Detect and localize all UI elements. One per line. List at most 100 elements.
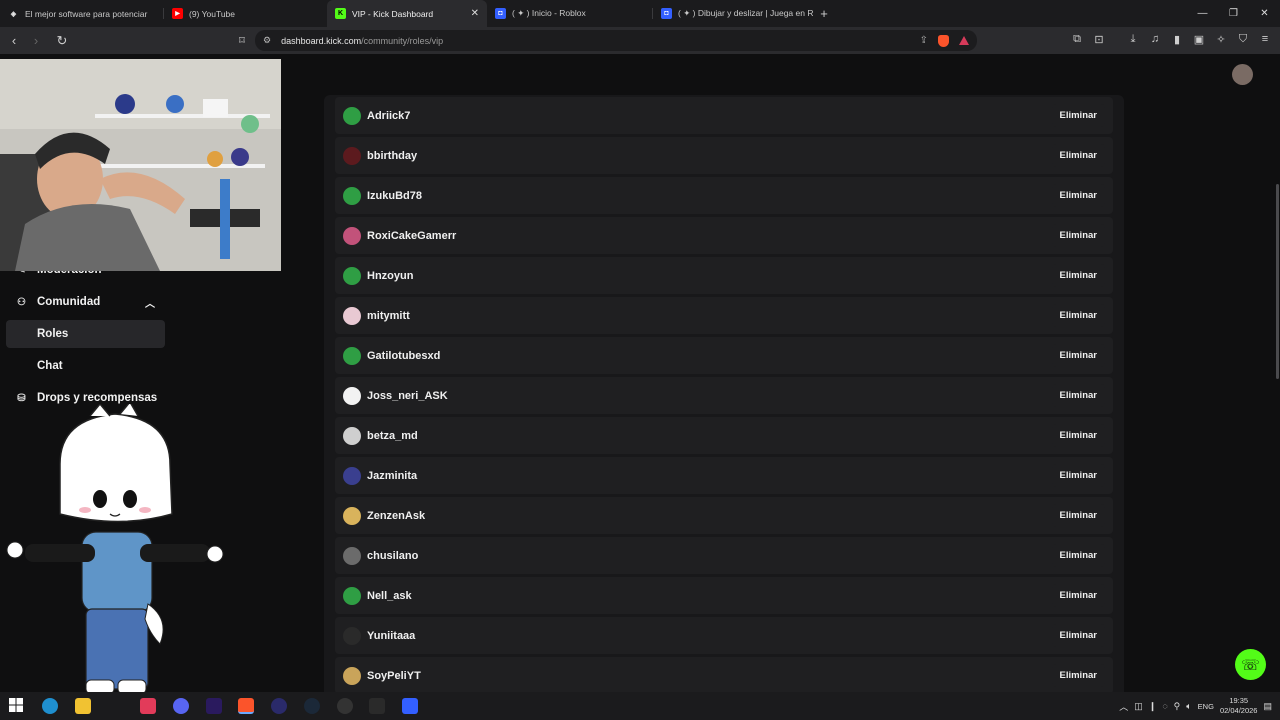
- sidebar-item-comunidad[interactable]: ⚇ Comunidad ︿: [6, 288, 165, 316]
- clock[interactable]: 19:35 02/04/2026: [1220, 696, 1258, 716]
- bookmark-icon[interactable]: ⌑: [232, 31, 252, 51]
- tab-title: ( ✦ ) Inicio - Roblox: [512, 8, 586, 18]
- browser-tab[interactable]: ◈ El mejor software para potenciar: [0, 0, 163, 27]
- vip-username[interactable]: Adriick7: [367, 110, 410, 122]
- roblox-taskbar-icon[interactable]: [402, 698, 418, 714]
- vip-user-row: Yuniitaaa Eliminar: [335, 617, 1113, 654]
- remove-vip-button[interactable]: Eliminar: [1051, 344, 1105, 367]
- support-chat-icon[interactable]: ☏: [1235, 649, 1266, 680]
- brave-shield-icon[interactable]: [938, 34, 949, 47]
- browser-tab-active[interactable]: K VIP - Kick Dashboard ✕: [327, 0, 487, 27]
- user-avatar[interactable]: [1232, 64, 1253, 85]
- brave-rewards-icon[interactable]: [959, 36, 969, 45]
- remove-vip-button[interactable]: Eliminar: [1051, 224, 1105, 247]
- app-icon[interactable]: [271, 698, 287, 714]
- network-icon[interactable]: ◌: [1162, 701, 1167, 711]
- vip-username[interactable]: Joss_neri_ASK: [367, 390, 448, 402]
- vpn-icon[interactable]: ⛉: [1236, 32, 1250, 46]
- extensions-icon[interactable]: ⧉: [1070, 32, 1084, 46]
- vip-username[interactable]: Yuniitaaa: [367, 630, 415, 642]
- premiere-icon[interactable]: [206, 698, 222, 714]
- vip-username[interactable]: betza_md: [367, 430, 418, 442]
- vip-username[interactable]: RoxiCakeGamerr: [367, 230, 456, 242]
- camera-icon[interactable]: ◫: [1134, 701, 1143, 712]
- tab-title: El mejor software para potenciar: [25, 8, 148, 19]
- vip-username[interactable]: bbirthday: [367, 150, 417, 162]
- remove-vip-button[interactable]: Eliminar: [1051, 264, 1105, 287]
- windows-start-icon[interactable]: [9, 698, 25, 714]
- vip-username[interactable]: Nell_ask: [367, 590, 412, 602]
- discord-icon[interactable]: [173, 698, 189, 714]
- chevron-up-icon[interactable]: ︿: [1119, 700, 1128, 713]
- steam-icon[interactable]: [304, 698, 320, 714]
- user-avatar-icon: [343, 667, 361, 685]
- brave-icon[interactable]: [238, 698, 254, 714]
- sidebar-item-roles[interactable]: Roles: [6, 320, 165, 348]
- forward-icon[interactable]: ›: [26, 31, 46, 51]
- restore-icon[interactable]: ❐: [1218, 0, 1249, 27]
- vip-username[interactable]: mitymitt: [367, 310, 410, 322]
- volume-icon[interactable]: 🔈︎: [1186, 701, 1191, 712]
- vip-user-row: RoxiCakeGamerr Eliminar: [335, 217, 1113, 254]
- remove-vip-button[interactable]: Eliminar: [1051, 664, 1105, 687]
- edge-icon[interactable]: [42, 698, 58, 714]
- vip-username[interactable]: ZenzenAsk: [367, 510, 425, 522]
- remove-vip-button[interactable]: Eliminar: [1051, 624, 1105, 647]
- download-icon[interactable]: ⤓: [1126, 32, 1140, 46]
- vip-user-row: betza_md Eliminar: [335, 417, 1113, 454]
- obs-icon[interactable]: [337, 698, 353, 714]
- remove-vip-button[interactable]: Eliminar: [1051, 304, 1105, 327]
- page-scrollbar[interactable]: [1276, 184, 1279, 379]
- remove-vip-button[interactable]: Eliminar: [1051, 504, 1105, 527]
- remove-vip-button[interactable]: Eliminar: [1051, 384, 1105, 407]
- vip-username[interactable]: Jazminita: [367, 470, 417, 482]
- url-field[interactable]: ⚙ dashboard.kick.com/community/roles/vip…: [255, 30, 977, 51]
- remove-vip-button[interactable]: Eliminar: [1051, 544, 1105, 567]
- sidebar-item-chat[interactable]: Chat: [6, 352, 165, 380]
- new-tab-button[interactable]: +: [813, 0, 835, 27]
- vip-username[interactable]: Hnzoyun: [367, 270, 413, 282]
- close-window-icon[interactable]: ✕: [1249, 0, 1280, 27]
- close-tab-icon[interactable]: ✕: [471, 8, 479, 19]
- folder-icon[interactable]: [75, 698, 91, 714]
- browser-tab[interactable]: ◘ ( ✦ ) Dibujar y deslizar | Juega en Ro: [653, 0, 813, 27]
- vip-user-row: Jazminita Eliminar: [335, 457, 1113, 494]
- remove-vip-button[interactable]: Eliminar: [1051, 104, 1105, 127]
- remove-vip-button[interactable]: Eliminar: [1051, 584, 1105, 607]
- microphone-icon[interactable]: ❙: [1149, 701, 1157, 712]
- remove-vip-button[interactable]: Eliminar: [1051, 424, 1105, 447]
- reload-icon[interactable]: ↻: [52, 31, 72, 51]
- browser-tab[interactable]: ◘ ( ✦ ) Inicio - Roblox: [487, 0, 652, 27]
- chevron-up-icon[interactable]: ︿: [145, 295, 155, 310]
- tab-title: (9) YouTube: [189, 8, 235, 19]
- share-icon[interactable]: ⇪: [920, 35, 928, 46]
- sidebar-item-label: Drops y recompensas: [37, 392, 158, 404]
- leo-ai-icon[interactable]: ✧: [1214, 32, 1228, 46]
- url-text: dashboard.kick.com/community/roles/vip: [281, 36, 443, 46]
- notifications-icon[interactable]: ▤: [1263, 701, 1272, 712]
- roblox-icon: ◘: [495, 8, 506, 19]
- tab-strip: ◈ El mejor software para potenciar ▶ (9)…: [0, 0, 1280, 27]
- sidebar-toggle-icon[interactable]: ▮: [1170, 32, 1184, 46]
- music-app-icon[interactable]: [140, 698, 156, 714]
- remove-vip-button[interactable]: Eliminar: [1051, 144, 1105, 167]
- remove-vip-button[interactable]: Eliminar: [1051, 184, 1105, 207]
- screenshot-icon[interactable]: ⊡: [1092, 32, 1106, 46]
- epic-games-icon[interactable]: [369, 698, 385, 714]
- mic-tray-icon[interactable]: ⚲: [1174, 701, 1181, 712]
- vip-username[interactable]: Gatilotubesxd: [367, 350, 440, 362]
- vip-username[interactable]: chusilano: [367, 550, 418, 562]
- vip-username[interactable]: SoyPeliYT: [367, 670, 421, 682]
- language-indicator[interactable]: ENG: [1198, 702, 1214, 711]
- vip-username[interactable]: IzukuBd78: [367, 190, 422, 202]
- site-info-icon[interactable]: ⚙: [263, 35, 271, 46]
- menu-icon[interactable]: ≡: [1258, 32, 1272, 46]
- wallet-icon[interactable]: ▣: [1192, 32, 1206, 46]
- remove-vip-button[interactable]: Eliminar: [1051, 464, 1105, 487]
- vip-user-row: IzukuBd78 Eliminar: [335, 177, 1113, 214]
- back-icon[interactable]: ‹: [4, 31, 24, 51]
- url-actions: ⇪: [920, 34, 969, 47]
- minimize-icon[interactable]: —: [1187, 0, 1218, 27]
- browser-tab[interactable]: ▶ (9) YouTube: [164, 0, 327, 27]
- media-icon[interactable]: ♫: [1148, 32, 1162, 46]
